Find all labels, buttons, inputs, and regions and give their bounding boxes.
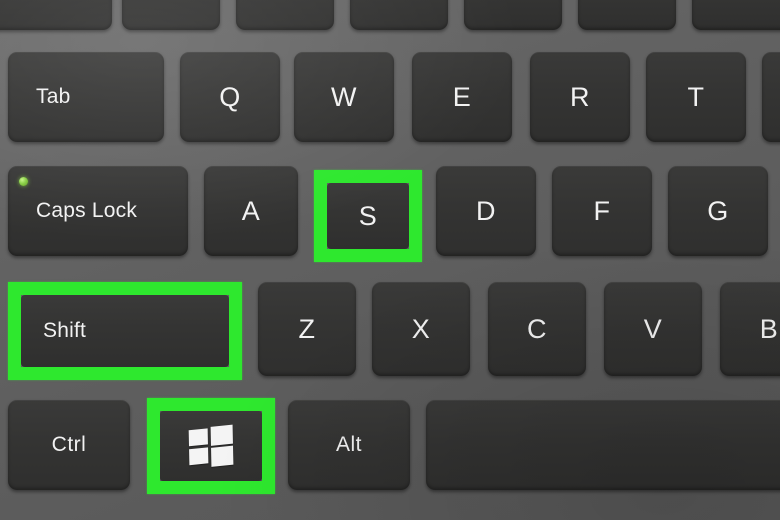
key-z[interactable]: Z [258, 282, 356, 376]
key-w[interactable]: W [294, 52, 394, 142]
key-f[interactable]: F [552, 166, 652, 256]
highlight-frame-windows [147, 398, 275, 494]
highlight-frame-s [314, 170, 422, 262]
key-number-row-partial-5[interactable] [464, 0, 562, 30]
key-number-row-partial-3[interactable] [236, 0, 334, 30]
key-c[interactable]: C [488, 282, 586, 376]
highlight-frame-shift [8, 282, 242, 380]
key-tab[interactable]: Tab [8, 52, 164, 142]
key-label: Alt [335, 433, 362, 456]
key-d[interactable]: D [436, 166, 536, 256]
key-t[interactable]: T [646, 52, 746, 142]
key-label: B [759, 313, 779, 344]
key-label: E [452, 81, 472, 112]
key-label: W [331, 81, 357, 112]
key-x[interactable]: X [372, 282, 470, 376]
key-r[interactable]: R [530, 52, 630, 142]
key-alt[interactable]: Alt [288, 400, 410, 490]
key-label: A [241, 195, 261, 226]
keyboard-screenshot: Tab Q W E R T Caps Lock A S D F G Shift [0, 0, 780, 520]
key-label: Caps Lock [36, 199, 138, 222]
key-label: V [643, 313, 663, 344]
key-label: Tab [36, 85, 71, 108]
key-label: Z [298, 313, 316, 344]
key-y-partial[interactable] [762, 52, 780, 142]
key-a[interactable]: A [204, 166, 298, 256]
key-label: T [687, 81, 705, 112]
key-number-row-partial-7[interactable] [692, 0, 780, 30]
key-number-row-partial-1[interactable] [0, 0, 112, 30]
key-label: F [593, 195, 611, 226]
key-label: X [411, 313, 431, 344]
caps-lock-led-icon [19, 177, 28, 186]
key-label: C [527, 313, 547, 344]
key-number-row-partial-6[interactable] [578, 0, 676, 30]
key-label: D [476, 195, 496, 226]
key-b[interactable]: B [720, 282, 780, 376]
key-number-row-partial-2[interactable] [122, 0, 220, 30]
key-label: Q [219, 81, 241, 112]
key-e[interactable]: E [412, 52, 512, 142]
key-g[interactable]: G [668, 166, 768, 256]
key-v[interactable]: V [604, 282, 702, 376]
key-number-row-partial-4[interactable] [350, 0, 448, 30]
key-label: R [570, 81, 590, 112]
key-q[interactable]: Q [180, 52, 280, 142]
key-caps-lock[interactable]: Caps Lock [8, 166, 188, 256]
key-space[interactable] [426, 400, 780, 490]
key-label: Ctrl [51, 433, 87, 456]
key-label: G [707, 195, 729, 226]
key-ctrl[interactable]: Ctrl [8, 400, 130, 490]
